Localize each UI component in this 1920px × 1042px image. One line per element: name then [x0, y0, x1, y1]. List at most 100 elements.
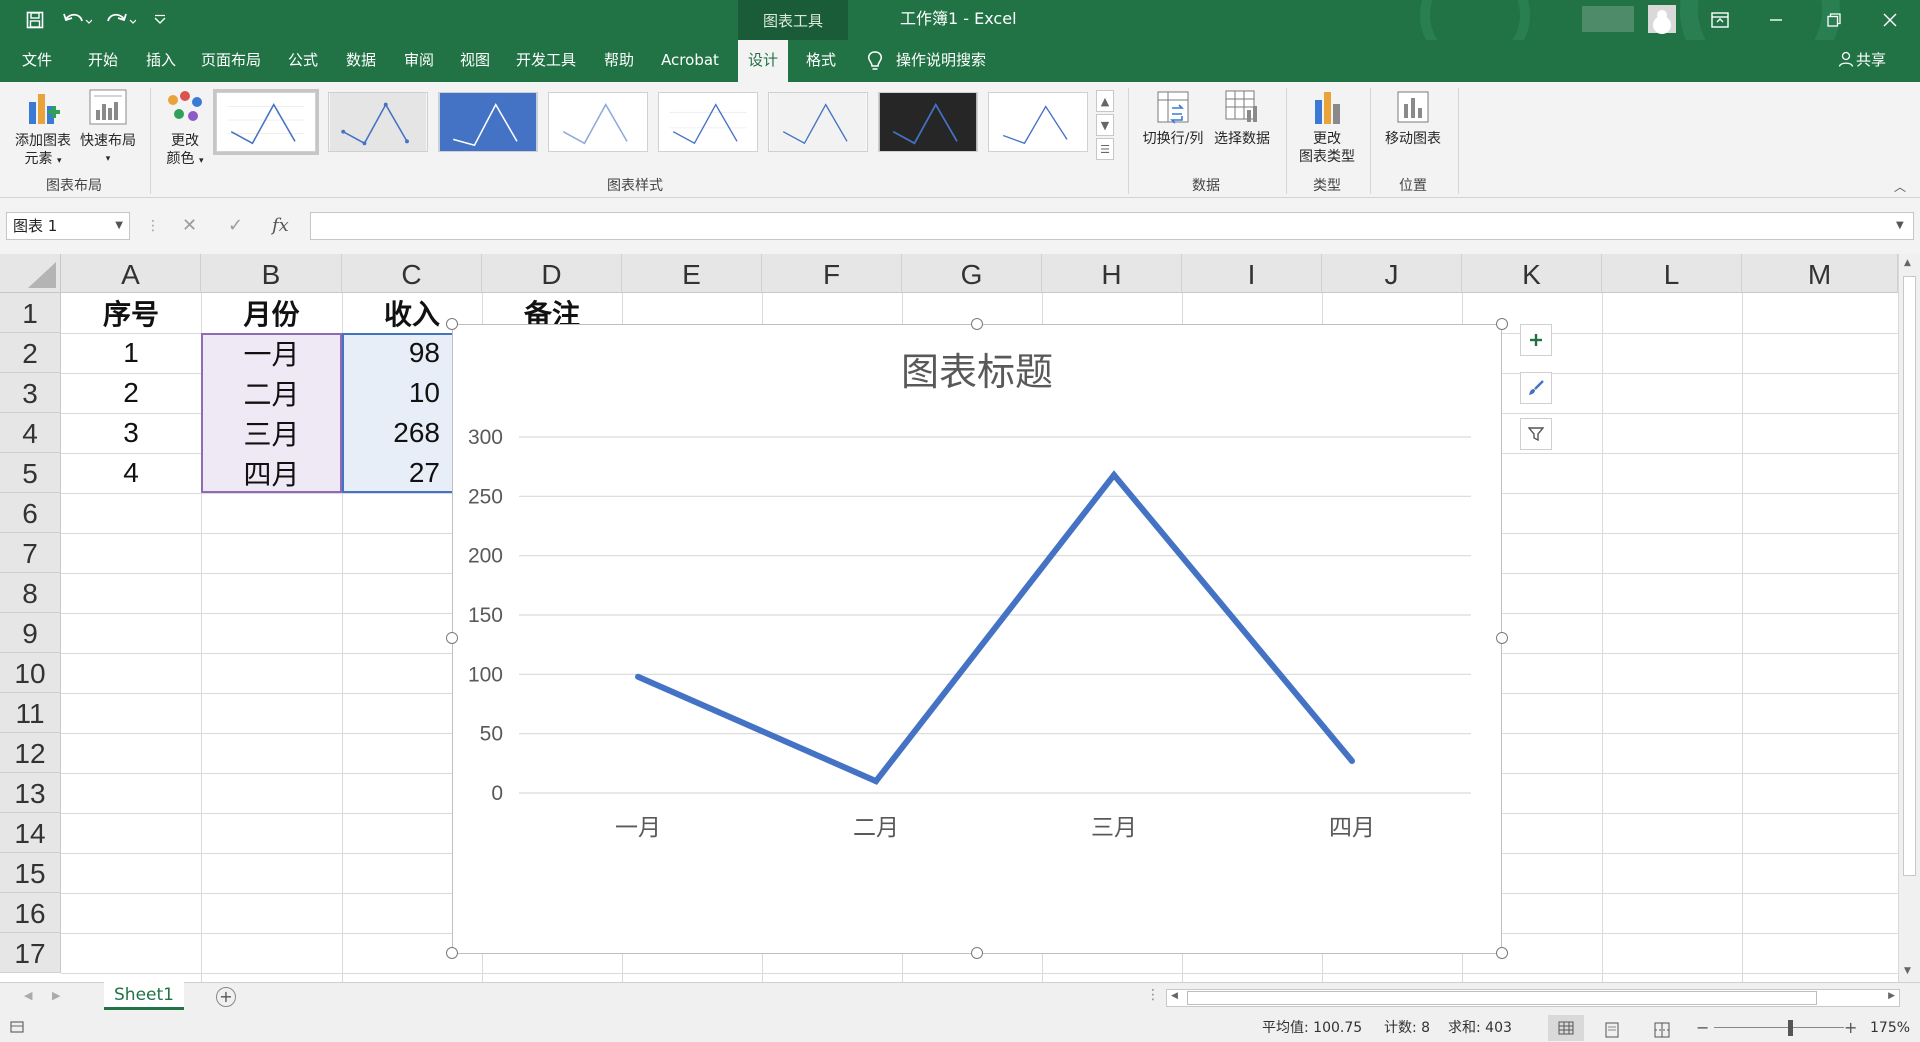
switch-row-column-button[interactable]: 切换行/列	[1138, 88, 1208, 148]
column-header-i[interactable]: I	[1182, 254, 1322, 293]
chart-title[interactable]: 图表标题	[901, 350, 1053, 394]
prev-sheet-icon[interactable]: ◀	[24, 989, 32, 1002]
chart-style-5[interactable]	[658, 92, 758, 152]
column-header-b[interactable]: B	[201, 254, 342, 293]
gallery-more-icon[interactable]: ☰	[1096, 138, 1114, 160]
column-header-c[interactable]: C	[342, 254, 482, 293]
tell-me-search[interactable]: 操作说明搜索	[896, 40, 1016, 82]
change-colors-button[interactable]: 更改 颜色 ▾	[160, 88, 210, 170]
cell-b4[interactable]: 三月	[201, 413, 342, 453]
column-header-h[interactable]: H	[1042, 254, 1182, 293]
row-header-4[interactable]: 4	[0, 413, 61, 453]
tab-help[interactable]: 帮助	[594, 40, 644, 82]
chart-style-4[interactable]	[548, 92, 648, 152]
cell-c4[interactable]: 268	[342, 413, 452, 453]
data-point[interactable]	[1111, 471, 1117, 478]
zoom-in-icon[interactable]: +	[1844, 1014, 1857, 1042]
cancel-icon[interactable]: ✕	[182, 212, 197, 240]
cell-b1[interactable]: 月份	[201, 293, 342, 333]
cell-b3[interactable]: 二月	[201, 373, 342, 413]
move-chart-button[interactable]: 移动图表	[1376, 88, 1450, 148]
chart-style-3[interactable]	[438, 92, 538, 152]
undo-icon[interactable]	[60, 8, 94, 32]
scroll-up-icon[interactable]: ▲	[1904, 258, 1911, 268]
page-layout-view-icon[interactable]	[1604, 1020, 1620, 1042]
share-button[interactable]: 共享	[1838, 40, 1886, 82]
cell-c3[interactable]: 10	[342, 373, 452, 413]
row-header-17[interactable]: 17	[0, 933, 61, 973]
vertical-scroll-thumb[interactable]	[1903, 276, 1916, 876]
column-header-g[interactable]: G	[902, 254, 1042, 293]
chart-style-7[interactable]	[878, 92, 978, 152]
select-all-button[interactable]	[0, 254, 61, 293]
tab-insert[interactable]: 插入	[136, 40, 186, 82]
tab-page-layout[interactable]: 页面布局	[196, 40, 266, 82]
cell-a5[interactable]: 4	[61, 453, 201, 493]
sheet-tab-sheet1[interactable]: Sheet1	[104, 982, 184, 1010]
zoom-slider-thumb[interactable]	[1788, 1020, 1793, 1036]
normal-view-icon[interactable]	[1548, 1015, 1584, 1041]
cell-a4[interactable]: 3	[61, 413, 201, 453]
add-chart-element-button[interactable]: 添加图表 元素 ▾	[8, 88, 78, 170]
resize-handle[interactable]	[446, 318, 458, 330]
column-header-l[interactable]: L	[1602, 254, 1742, 293]
chart-elements-plus-icon[interactable]	[1520, 324, 1552, 356]
customize-toolbar-icon[interactable]	[150, 8, 170, 32]
change-chart-type-button[interactable]: 更改 图表类型	[1292, 88, 1362, 166]
line-chart[interactable]: 图表标题 0 50 100 150 200 250 300 一月 二月 三月 四月	[452, 324, 1502, 954]
cell-a3[interactable]: 2	[61, 373, 201, 413]
row-header-7[interactable]: 7	[0, 533, 61, 573]
scroll-left-icon[interactable]: ◀	[1171, 991, 1178, 1001]
scroll-down-icon[interactable]: ▼	[1904, 966, 1911, 976]
resize-handle[interactable]	[446, 632, 458, 644]
tab-data[interactable]: 数据	[336, 40, 386, 82]
row-header-11[interactable]: 11	[0, 693, 61, 733]
data-point[interactable]	[635, 673, 641, 680]
series-line[interactable]	[636, 470, 1355, 785]
insert-function-icon[interactable]: fx	[272, 212, 289, 240]
restore-icon[interactable]	[1806, 0, 1862, 40]
zoom-out-icon[interactable]: −	[1696, 1014, 1709, 1042]
resize-handle[interactable]	[971, 318, 983, 330]
tab-format[interactable]: 格式	[796, 40, 846, 82]
user-avatar[interactable]	[1648, 5, 1676, 33]
chevron-down-icon[interactable]: ▼	[115, 213, 123, 239]
tab-chart-design[interactable]: 设计	[738, 40, 788, 82]
row-header-6[interactable]: 6	[0, 493, 61, 533]
resize-handle[interactable]	[1496, 632, 1508, 644]
enter-icon[interactable]: ✓	[228, 212, 243, 240]
gallery-scroll-down-icon[interactable]: ▼	[1096, 114, 1114, 136]
resize-handle[interactable]	[1496, 947, 1508, 959]
tab-formulas[interactable]: 公式	[278, 40, 328, 82]
cell-a1[interactable]: 序号	[61, 293, 201, 333]
column-header-j[interactable]: J	[1322, 254, 1462, 293]
column-header-f[interactable]: F	[762, 254, 902, 293]
column-header-d[interactable]: D	[482, 254, 622, 293]
close-icon[interactable]	[1862, 0, 1918, 40]
tab-developer[interactable]: 开发工具	[508, 40, 584, 82]
collapse-ribbon-icon[interactable]: ︿	[1894, 178, 1906, 195]
formula-input[interactable]	[310, 212, 1914, 240]
scroll-right-icon[interactable]: ▶	[1888, 991, 1895, 1001]
next-sheet-icon[interactable]: ▶	[52, 989, 60, 1002]
column-header-a[interactable]: A	[61, 254, 201, 293]
row-header-9[interactable]: 9	[0, 613, 61, 653]
tab-home[interactable]: 开始	[78, 40, 128, 82]
row-header-3[interactable]: 3	[0, 373, 61, 413]
select-data-button[interactable]: 选择数据	[1208, 88, 1276, 148]
chart-style-6[interactable]	[768, 92, 868, 152]
save-icon[interactable]	[22, 8, 48, 32]
macro-record-icon[interactable]	[10, 1014, 24, 1042]
vertical-scrollbar[interactable]: ▲ ▼	[1898, 254, 1920, 982]
row-header-1[interactable]: 1	[0, 293, 61, 333]
cell-b5[interactable]: 四月	[201, 453, 342, 493]
cell-a2[interactable]: 1	[61, 333, 201, 373]
page-break-view-icon[interactable]	[1654, 1020, 1670, 1042]
row-header-16[interactable]: 16	[0, 893, 61, 933]
expand-formula-bar-icon[interactable]: ▼	[1896, 212, 1904, 240]
data-point[interactable]	[1349, 757, 1355, 764]
tab-acrobat[interactable]: Acrobat	[652, 40, 728, 82]
row-header-8[interactable]: 8	[0, 573, 61, 613]
cell-b2[interactable]: 一月	[201, 333, 342, 373]
chart-filters-funnel-icon[interactable]	[1520, 418, 1552, 450]
